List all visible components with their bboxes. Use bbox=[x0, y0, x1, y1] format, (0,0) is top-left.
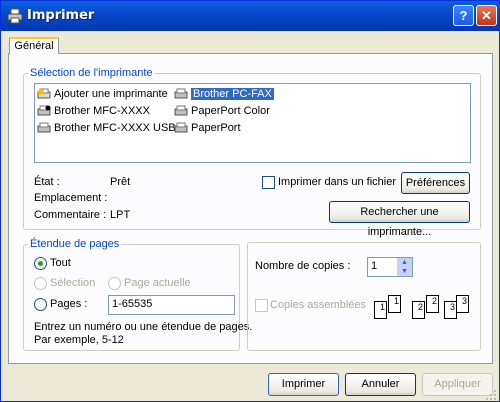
pages-input[interactable]: 1-65535 bbox=[108, 295, 235, 315]
range-hint-line2: Par exemple, 5-12 bbox=[34, 334, 124, 346]
tab-general[interactable]: Général bbox=[9, 37, 59, 54]
printer-item-paperport-color[interactable]: PaperPort Color bbox=[174, 103, 270, 119]
resize-grip-icon[interactable] bbox=[485, 389, 497, 401]
help-button[interactable]: ? bbox=[453, 5, 474, 26]
window-title: Imprimer bbox=[27, 8, 95, 23]
print-button[interactable]: Imprimer bbox=[268, 373, 339, 396]
range-pages-label[interactable]: Pages : bbox=[50, 298, 87, 310]
printer-icon bbox=[174, 122, 188, 133]
add-printer-icon bbox=[37, 88, 51, 99]
copies-stepper[interactable]: 1 ▲ ▼ bbox=[367, 257, 413, 277]
copies-spin-arrows[interactable]: ▲ ▼ bbox=[397, 258, 412, 276]
apply-button[interactable]: Appliquer bbox=[422, 373, 493, 396]
printer-item-label: Brother PC-FAX bbox=[191, 88, 274, 100]
collate-page: 1 bbox=[374, 301, 387, 319]
collate-page: 2 bbox=[426, 295, 439, 313]
range-hint-line1: Entrez un numéro ou une étendue de pages… bbox=[34, 321, 253, 333]
printer-selection-legend: Sélection de l'imprimante bbox=[30, 67, 153, 79]
range-selection-label[interactable]: Sélection bbox=[50, 277, 95, 289]
printer-item-brother-mfc-usb[interactable]: Brother MFC-XXXX USB bbox=[37, 120, 176, 136]
collate-page: 2 bbox=[412, 301, 425, 319]
title-bar[interactable]: Imprimer ? ✕ bbox=[1, 1, 499, 31]
range-all-label[interactable]: Tout bbox=[50, 257, 71, 269]
printer-item-label: Brother MFC-XXXX USB bbox=[54, 122, 176, 134]
printer-item-label: PaperPort Color bbox=[191, 105, 270, 117]
printer-icon bbox=[7, 8, 23, 24]
range-selection-radio[interactable] bbox=[34, 277, 47, 290]
range-all-radio[interactable] bbox=[34, 257, 47, 270]
copies-group bbox=[247, 242, 481, 351]
close-button[interactable]: ✕ bbox=[476, 5, 497, 26]
spin-down-icon[interactable]: ▼ bbox=[397, 267, 412, 276]
cancel-button[interactable]: Annuler bbox=[345, 373, 416, 396]
comment-value: LPT bbox=[110, 209, 131, 221]
preferences-button[interactable]: Préférences bbox=[401, 172, 470, 194]
printer-item-paperport[interactable]: PaperPort bbox=[174, 120, 241, 136]
printer-list[interactable]: Ajouter une imprimante Brother MFC-XXXX … bbox=[34, 83, 471, 163]
range-current-page-label[interactable]: Page actuelle bbox=[124, 277, 191, 289]
print-dialog: Imprimer ? ✕ Général Sélection de l'impr… bbox=[0, 0, 500, 402]
printer-item-label: Brother MFC-XXXX bbox=[54, 105, 150, 117]
printer-item-label: PaperPort bbox=[191, 122, 241, 134]
collate-page: 3 bbox=[456, 295, 469, 313]
printer-icon bbox=[174, 88, 188, 99]
status-value: Prêt bbox=[110, 176, 131, 188]
printer-icon bbox=[37, 122, 51, 133]
range-pages-radio[interactable] bbox=[34, 298, 47, 311]
spin-up-icon[interactable]: ▲ bbox=[397, 258, 412, 267]
range-current-page-radio[interactable] bbox=[108, 277, 121, 290]
copies-value: 1 bbox=[371, 260, 378, 272]
collate-label[interactable]: Copies assemblées bbox=[270, 299, 366, 311]
status-label: État : bbox=[34, 176, 60, 188]
printer-item-label: Ajouter une imprimante bbox=[54, 88, 168, 100]
collate-page: 1 bbox=[388, 295, 401, 313]
printer-default-icon bbox=[37, 105, 51, 116]
copies-label: Nombre de copies : bbox=[255, 260, 351, 272]
page-range-legend: Étendue de pages bbox=[30, 238, 120, 250]
comment-label: Commentaire : bbox=[34, 209, 107, 221]
location-label: Emplacement : bbox=[34, 192, 108, 204]
print-to-file-label[interactable]: Imprimer dans un fichier bbox=[278, 176, 396, 188]
question-icon: ? bbox=[459, 8, 468, 23]
printer-item-brother-pc-fax[interactable]: Brother PC-FAX bbox=[174, 86, 274, 102]
collate-checkbox[interactable] bbox=[255, 299, 268, 312]
printer-item-add[interactable]: Ajouter une imprimante bbox=[37, 86, 168, 102]
close-icon: ✕ bbox=[481, 8, 492, 23]
find-printer-button[interactable]: Rechercher une imprimante... bbox=[329, 201, 470, 238]
print-to-file-checkbox[interactable] bbox=[262, 176, 275, 189]
printer-item-brother-mfc[interactable]: Brother MFC-XXXX bbox=[37, 103, 150, 119]
printer-icon bbox=[174, 105, 188, 116]
